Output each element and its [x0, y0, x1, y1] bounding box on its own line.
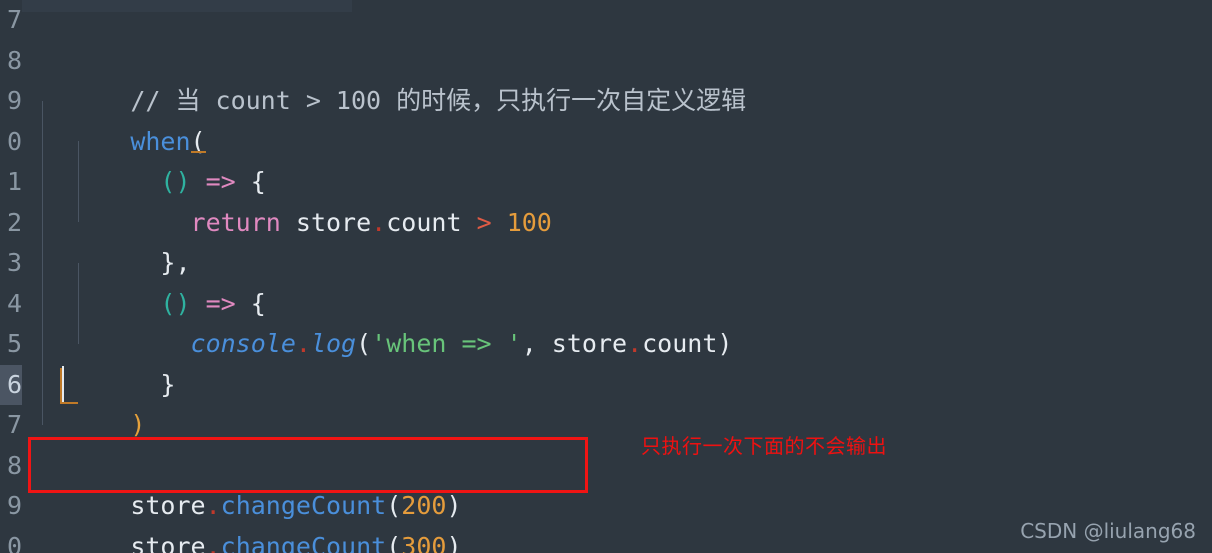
- console-identifier: console: [190, 329, 296, 358]
- line-number-gutter: 7 8 9 0 1 2 3 4 5 6 7 8 9 0: [0, 0, 22, 553]
- change-count-method: changeCount: [220, 531, 387, 553]
- line-number: 7: [6, 5, 22, 34]
- line-number: 7: [6, 410, 22, 439]
- code-line-arrow-fn-2[interactable]: () => {: [40, 243, 265, 318]
- return-keyword: return: [190, 207, 281, 237]
- close-brace: }: [160, 369, 176, 399]
- code-editor[interactable]: 7 8 9 0 1 2 3 4 5 6 7 8 9 0 // 当 count >…: [0, 0, 1212, 553]
- line-number: 8: [6, 450, 22, 480]
- line-number: 0: [6, 531, 22, 553]
- code-line-close-call[interactable]: ): [40, 365, 145, 439]
- code-line-comment[interactable]: // 当 count > 100 的时候，只执行一次自定义逻辑: [40, 41, 746, 115]
- log-string-literal: 'when => ': [371, 329, 522, 358]
- store-identifier: store: [551, 329, 628, 358]
- comment-text: // 当 count > 100 的时候，只执行一次自定义逻辑: [130, 86, 747, 115]
- log-method: log: [310, 329, 357, 358]
- code-line-console-log[interactable]: console.log('when => ', store.count): [40, 284, 733, 358]
- line-number: 8: [6, 45, 22, 75]
- code-content[interactable]: // 当 count > 100 的时候，只执行一次自定义逻辑 when( ()…: [22, 0, 1212, 553]
- annotation-red-note: 只执行一次下面的不会输出: [641, 434, 887, 458]
- member-dot: .: [627, 329, 643, 358]
- store-identifier: store: [130, 531, 206, 553]
- line-number: 5: [6, 329, 22, 358]
- watermark: CSDN @liulang68: [1020, 519, 1196, 543]
- store-identifier: store: [295, 207, 372, 237]
- call-lparen: (: [386, 531, 402, 553]
- code-line-close-brace-comma[interactable]: },: [40, 203, 190, 277]
- code-line-close-brace[interactable]: }: [40, 324, 175, 399]
- member-dot: .: [295, 329, 311, 358]
- code-line-change-count-200[interactable]: store.changeCount(200): [40, 446, 461, 520]
- call-rparen: ): [717, 329, 733, 358]
- member-dot: .: [205, 531, 221, 553]
- count-property: count: [386, 207, 462, 237]
- number-100: 100: [506, 207, 552, 237]
- line-number-current: 6: [0, 364, 22, 405]
- code-line-arrow-fn-1[interactable]: () => {: [40, 122, 265, 196]
- matching-paren-close: ): [130, 410, 146, 439]
- greater-than-operator: >: [476, 207, 492, 237]
- code-line-return[interactable]: return store.count > 100: [40, 162, 552, 237]
- line-number: 4: [6, 288, 22, 318]
- arg-comma: ,: [521, 329, 552, 358]
- line-number: 0: [6, 126, 22, 156]
- line-number: 3: [6, 248, 22, 277]
- line-number: 9: [6, 491, 22, 520]
- line-number: 2: [6, 207, 22, 237]
- count-property: count: [642, 329, 718, 358]
- code-line-change-count-300[interactable]: store.changeCount(300): [40, 486, 461, 553]
- call-rparen: ): [446, 531, 462, 553]
- line-number: 9: [6, 86, 22, 115]
- number-300: 300: [401, 531, 447, 553]
- call-lparen: (: [356, 329, 372, 358]
- text-caret: [62, 366, 64, 402]
- member-dot: .: [371, 207, 387, 237]
- line-number: 1: [6, 167, 22, 196]
- code-line-when-call[interactable]: when(: [40, 81, 205, 156]
